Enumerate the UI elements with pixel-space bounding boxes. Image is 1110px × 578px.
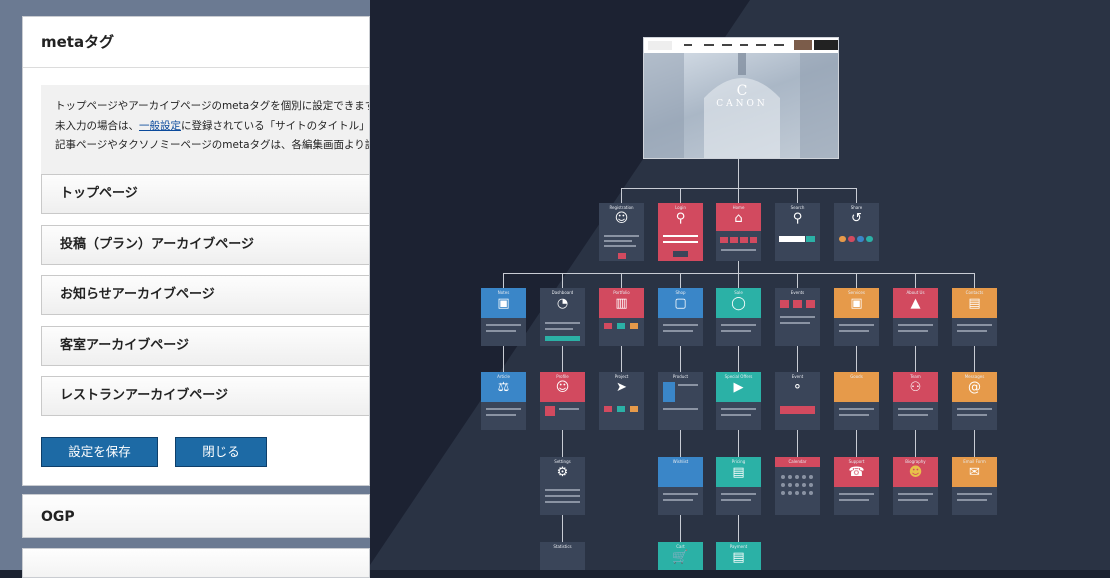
section-restaurant-archive[interactable]: レストランアーカイブページ: [41, 376, 369, 416]
user-icon: ☺: [614, 211, 629, 226]
share-icon: ↺: [851, 211, 862, 226]
sitemap-card-cart: Cart 🛒: [658, 542, 703, 570]
box-icon: ▣: [850, 296, 863, 311]
sitemap-card-notes: Notes ▣: [481, 288, 526, 346]
sitemap-card-event: Event ⚬: [775, 372, 820, 430]
sitemap-card-team: Team ⚇: [893, 372, 938, 430]
ogp-title: OGP: [41, 509, 75, 525]
section-rooms-archive[interactable]: 客室アーカイブページ: [41, 326, 369, 366]
avatar-icon: ☻: [908, 465, 923, 480]
sitemap-illustration: C CANON Registration ☺ Login ⚲ Home ⌂ Se…: [370, 0, 1110, 570]
at-icon: @: [968, 380, 981, 395]
chart-icon: ▥: [615, 296, 628, 311]
ogp-panel[interactable]: OGP: [22, 494, 370, 538]
monitor-icon: ▢: [674, 296, 687, 311]
sitemap-card-sale: Sale ◯: [716, 288, 761, 346]
headset-icon: ☎: [848, 465, 865, 480]
connector: [503, 273, 975, 274]
screenshot-logo: C CANON: [716, 83, 768, 109]
screenshot-hero: C CANON: [644, 53, 838, 158]
person-icon: ☺: [555, 380, 570, 395]
sitemap-card-biography: Biography ☻: [893, 457, 938, 515]
sitemap-card-registration: Registration ☺: [599, 203, 644, 261]
save-settings-button[interactable]: 設定を保存: [41, 437, 158, 467]
section-plan-archive[interactable]: 投稿（プラン）アーカイブページ: [41, 225, 369, 265]
connector: [856, 188, 857, 203]
sitemap-card-email-form: Email Form ✉: [952, 457, 997, 515]
sitemap-card-share: Share ↺: [834, 203, 879, 261]
connector: [738, 188, 739, 203]
sitemap-card-payment: Payment ▤: [716, 542, 761, 570]
gauge-icon: ◔: [556, 296, 569, 311]
megaphone-icon: ▶: [733, 380, 744, 395]
desc-line-2: 未入力の場合は、一般設定に登録されている「サイトのタイトル」と「キ: [55, 119, 370, 132]
piggy-bank-icon: ◯: [731, 296, 746, 311]
scales-icon: ⚖: [497, 380, 510, 395]
sitemap-card-about-us: About Us ▲: [893, 288, 938, 346]
sitemap-card-statistics: Statistics: [540, 542, 585, 570]
map-icon: ▤: [968, 296, 981, 311]
connector: [621, 188, 857, 189]
rocket-icon: ➤: [616, 380, 627, 395]
desc-line-3: 記事ページやタクソノミーページのmetaタグは、各編集画面より設定で: [55, 139, 370, 151]
sitemap-card-special-offers: Special Offers ▶: [716, 372, 761, 430]
connector: [738, 159, 739, 189]
website-screenshot: C CANON: [643, 37, 839, 159]
meta-description: トップページやアーカイブページのmetaタグを個別に設定できます。 未入力の場合…: [41, 85, 370, 175]
sitemap-card-dashboard: Dashboard ◔: [540, 288, 585, 346]
connector: [680, 188, 681, 203]
building-icon: ▲: [910, 296, 921, 311]
team-icon: ⚇: [909, 380, 922, 395]
sitemap-card-pricing: Pricing ▤: [716, 457, 761, 515]
connector: [621, 188, 622, 203]
screenshot-nav: [644, 38, 838, 54]
close-button[interactable]: 閉じる: [175, 437, 267, 467]
sitemap-card-project: Project ➤: [599, 372, 644, 430]
sitemap-card-events: Events: [775, 288, 820, 346]
panel-title: metaタグ: [23, 17, 369, 68]
search-icon: ⚲: [792, 211, 803, 226]
envelope-icon: ✉: [969, 465, 980, 480]
sitemap-card-article: Article ⚖: [481, 372, 526, 430]
cart-icon: 🛒: [672, 550, 689, 565]
sitemap-card-wishlist: Wishlist: [658, 457, 703, 515]
sitemap-card-messages: Messages @: [952, 372, 997, 430]
next-panel[interactable]: [22, 548, 370, 578]
connector: [797, 188, 798, 203]
meta-tag-panel: metaタグ トップページやアーカイブページのmetaタグを個別に設定できます。…: [22, 16, 370, 486]
credit-card-icon: ▤: [732, 465, 745, 480]
desc-line-1: トップページやアーカイブページのmetaタグを個別に設定できます。: [55, 100, 370, 112]
sitemap-card-product: Product: [658, 372, 703, 430]
gear-icon: ⚙: [556, 465, 569, 480]
key-icon: ⚲: [675, 211, 686, 226]
screenshot-nav-items: [648, 40, 838, 50]
section-top-page[interactable]: トップページ: [41, 174, 369, 214]
sitemap-card-goods: Goods: [834, 372, 879, 430]
sitemap-card-services: Services ▣: [834, 288, 879, 346]
payment-icon: ▤: [732, 550, 745, 565]
sitemap-card-portfolio: Portfolio ▥: [599, 288, 644, 346]
sitemap-card-login: Login ⚲: [658, 203, 703, 261]
sitemap-card-contacts: Contacts ▤: [952, 288, 997, 346]
sitemap-card-search: Search ⚲: [775, 203, 820, 261]
sitemap-card-settings: Settings ⚙: [540, 457, 585, 515]
general-settings-link[interactable]: 一般設定: [139, 120, 181, 132]
home-icon: ⌂: [734, 211, 743, 226]
sitemap-card-calendar: Calendar: [775, 457, 820, 515]
section-news-archive[interactable]: お知らせアーカイブページ: [41, 275, 369, 315]
sitemap-card-support: Support ☎: [834, 457, 879, 515]
sitemap-card-profile: Profile ☺: [540, 372, 585, 430]
sitemap-card-home: Home ⌂: [716, 203, 761, 261]
calendar-grid: [781, 475, 813, 495]
handshake-icon: ⚬: [792, 380, 803, 395]
notes-icon: ▣: [497, 296, 510, 311]
sitemap-card-shop: Shop ▢: [658, 288, 703, 346]
